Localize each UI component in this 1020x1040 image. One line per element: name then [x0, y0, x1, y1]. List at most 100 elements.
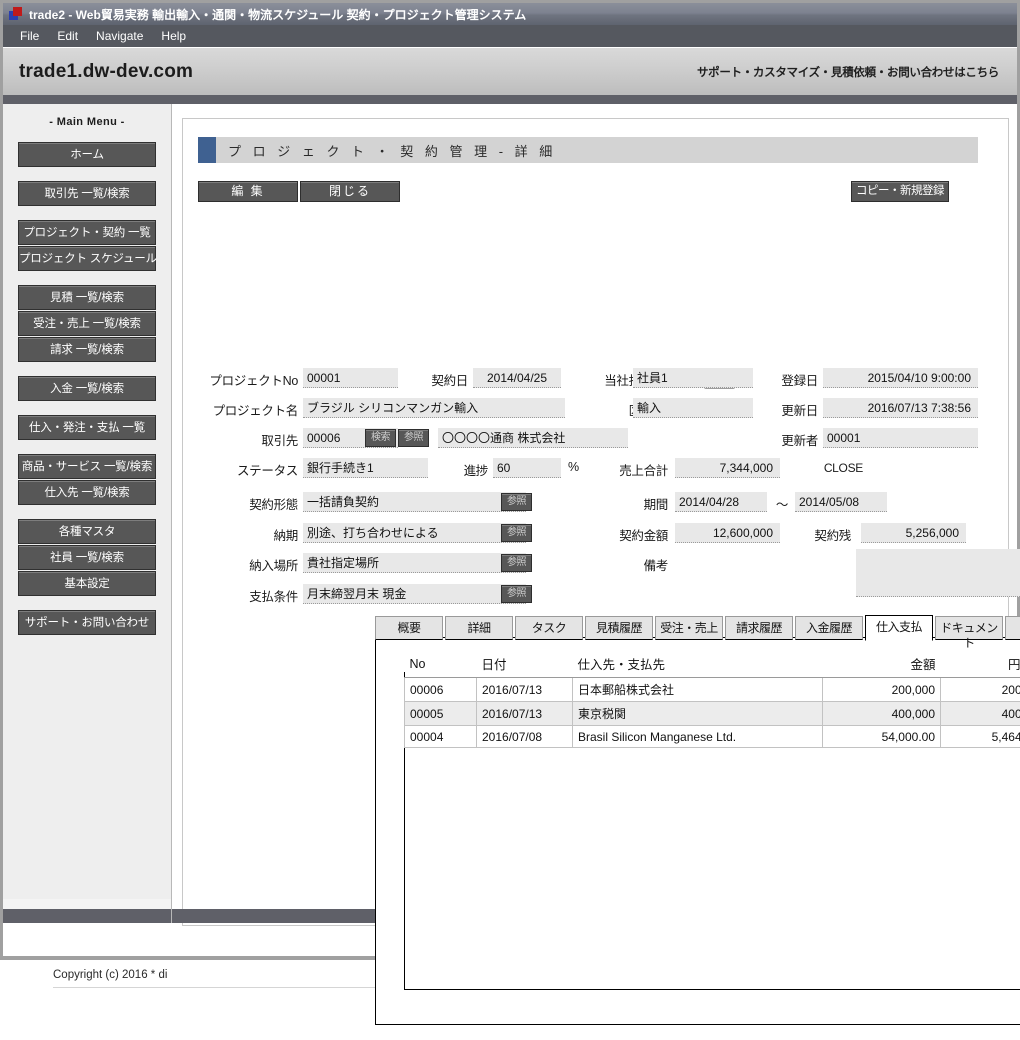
contract-date-field[interactable]: 2014/04/25: [473, 368, 561, 388]
table-header-row: No 日付 仕入先・支払先 金額 円換算 新 規: [404, 652, 1020, 678]
col-no: No: [404, 652, 477, 678]
tab-purchase-payment[interactable]: 仕入支払: [865, 615, 933, 641]
sidebar-item-settings[interactable]: 基本設定: [18, 571, 156, 596]
upd-date-field: 2016/07/13 7:38:56: [823, 398, 978, 418]
sidebar-spacer: [3, 899, 171, 909]
window-title: trade2 - Web貿易実務 輸出輸入・通関・物流スケジュール 契約・プロジ…: [29, 7, 527, 22]
sidebar-item-products-services[interactable]: 商品・サービス 一覧/検索: [18, 454, 156, 479]
status-field[interactable]: 銀行手続き1: [303, 458, 428, 478]
content-area: プ ロ ジ ェ ク ト ・ 契 約 管 理 - 詳 細 編 集 閉じる コピー・…: [172, 104, 1020, 1025]
sidebar-item-receipts[interactable]: 入金 一覧/検索: [18, 376, 156, 401]
project-no-label: プロジェクトNo: [209, 374, 298, 388]
upd-date-label: 更新日: [781, 404, 818, 418]
cell-supplier: 日本郵船株式会社: [572, 677, 823, 702]
sidebar-item-suppliers[interactable]: 仕入先 一覧/検索: [18, 480, 156, 505]
sidebar-item-support[interactable]: サポート・お問い合わせ: [18, 610, 156, 635]
delivery-place-field[interactable]: 貴社指定場所: [303, 553, 526, 573]
period-to-field[interactable]: 2014/05/08: [795, 492, 887, 512]
purchase-payment-table-wrap: No 日付 仕入先・支払先 金額 円換算 新 規: [404, 652, 1020, 748]
contract-amount-field[interactable]: 12,600,000: [675, 523, 780, 543]
tab-detail[interactable]: 詳細: [445, 616, 513, 640]
page-title: プ ロ ジ ェ ク ト ・ 契 約 管 理 - 詳 細: [228, 143, 557, 159]
payment-terms-ref-button[interactable]: 参照: [501, 585, 532, 603]
owner-field[interactable]: 社員1: [633, 368, 753, 388]
cell-amount: 200,000: [822, 677, 941, 702]
progress-field[interactable]: 60: [493, 458, 561, 478]
project-name-field[interactable]: ブラジル シリコンマンガン輸入: [303, 398, 565, 418]
edit-button[interactable]: 編 集: [198, 181, 298, 202]
menu-item-edit[interactable]: Edit: [48, 27, 87, 45]
tab-panel-purchase-payment: No 日付 仕入先・支払先 金額 円換算 新 規: [375, 637, 1020, 1025]
category-field[interactable]: 輸入: [633, 398, 753, 418]
contract-type-field[interactable]: 一括請負契約: [303, 492, 526, 512]
tab-order-sales[interactable]: 受注・売上: [655, 616, 723, 640]
contract-balance-field: 5,256,000: [861, 523, 966, 543]
sidebar-footer-divider: [3, 909, 171, 923]
cell-supplier: Brasil Silicon Manganese Ltd.: [572, 725, 823, 748]
remarks-field[interactable]: [856, 549, 1020, 597]
sidebar-item-quotations[interactable]: 見積 一覧/検索: [18, 285, 156, 310]
col-supplier: 仕入先・支払先: [572, 652, 823, 678]
sidebar-item-home[interactable]: ホーム: [18, 142, 156, 167]
sidebar-item-project-schedule[interactable]: プロジェクト スケジュール: [18, 246, 157, 271]
purchase-payment-table: No 日付 仕入先・支払先 金額 円換算 新 規: [404, 652, 1020, 748]
sidebar: - Main Menu - ホーム 取引先 一覧/検索 プロジェクト・契約 一覧…: [3, 104, 172, 923]
delivery-field[interactable]: 別途、打ち合わせによる: [303, 523, 526, 543]
menu-item-file[interactable]: File: [11, 27, 48, 45]
project-name-label: プロジェクト名: [212, 404, 299, 418]
table-row[interactable]: 00005 2016/07/13 東京税関 400,000 400,000 詳 …: [404, 701, 1020, 726]
table-row[interactable]: 00006 2016/07/13 日本郵船株式会社 200,000 200,00…: [404, 677, 1020, 702]
delivery-place-label: 納入場所: [249, 559, 298, 573]
cell-date: 2016/07/13: [476, 701, 573, 726]
site-header: trade1.dw-dev.com サポート・カスタマイズ・見積依頼・お問い合わ…: [3, 47, 1017, 95]
col-date: 日付: [476, 652, 573, 678]
sidebar-item-customers[interactable]: 取引先 一覧/検索: [18, 181, 156, 206]
close-button[interactable]: 閉じる: [300, 181, 400, 202]
sidebar-item-employees[interactable]: 社員 一覧/検索: [18, 545, 156, 570]
period-label: 期間: [643, 498, 669, 512]
tab-receipt-history[interactable]: 入金履歴: [795, 616, 863, 640]
sidebar-item-invoices[interactable]: 請求 一覧/検索: [18, 337, 156, 362]
customer-name-field: 〇〇〇〇通商 株式会社: [438, 428, 628, 448]
project-no-field[interactable]: 00001: [303, 368, 398, 388]
tab-task[interactable]: タスク: [515, 616, 583, 640]
sidebar-item-masters[interactable]: 各種マスタ: [18, 519, 156, 544]
cell-no: 00006: [404, 677, 477, 702]
delivery-label: 納期: [273, 529, 299, 543]
table-row[interactable]: 00004 2016/07/08 Brasil Silicon Manganes…: [404, 725, 1020, 748]
sidebar-item-orders-sales[interactable]: 受注・売上 一覧/検索: [18, 311, 156, 336]
reg-date-label: 登録日: [781, 374, 818, 388]
reg-date-field: 2015/04/10 9:00:00: [823, 368, 978, 388]
sidebar-item-project-contract-list[interactable]: プロジェクト・契約 一覧: [18, 220, 156, 245]
contract-date-label: 契約日: [431, 374, 468, 388]
application-window: trade2 - Web貿易実務 輸出輸入・通関・物流スケジュール 契約・プロジ…: [0, 0, 1020, 1025]
payment-terms-field[interactable]: 月末締翌月末 現金: [303, 584, 526, 604]
menu-item-navigate[interactable]: Navigate: [87, 27, 152, 45]
sidebar-item-purchase-order-payment[interactable]: 仕入・発注・支払 一覧: [18, 415, 156, 440]
tab-documents[interactable]: ドキュメント: [935, 616, 1003, 650]
payment-terms-label: 支払条件: [249, 590, 298, 604]
header-divider: [3, 95, 1017, 104]
cell-amount: 400,000: [822, 701, 941, 726]
tab-overview[interactable]: 概要: [375, 616, 443, 640]
copy-new-register-button[interactable]: コピー・新規登録: [851, 181, 949, 202]
tab-quotation-history[interactable]: 見積履歴: [585, 616, 653, 640]
contract-type-ref-button[interactable]: 参照: [501, 493, 532, 511]
menu-group: 取引先 一覧/検索: [3, 181, 171, 206]
customer-ref-button[interactable]: 参照: [398, 429, 429, 447]
status-label: ステータス: [236, 464, 298, 478]
app-logo-icon: [9, 7, 23, 21]
period-from-field[interactable]: 2014/04/28: [675, 492, 767, 512]
delivery-place-ref-button[interactable]: 参照: [501, 554, 532, 572]
close-label: CLOSE: [823, 461, 863, 475]
menubar: File Edit Navigate Help: [3, 25, 1017, 47]
remarks-label: 備考: [643, 559, 669, 573]
support-link[interactable]: サポート・カスタマイズ・見積依頼・お問い合わせはこちら: [697, 64, 999, 80]
customer-search-button[interactable]: 検索: [365, 429, 396, 447]
menu-group: ホーム: [3, 142, 171, 167]
menu-group: 仕入・発注・支払 一覧: [3, 415, 171, 440]
delivery-ref-button[interactable]: 参照: [501, 524, 532, 542]
title-accent-marker: [198, 137, 216, 163]
menu-item-help[interactable]: Help: [152, 27, 195, 45]
tab-invoice-history[interactable]: 請求履歴: [725, 616, 793, 640]
